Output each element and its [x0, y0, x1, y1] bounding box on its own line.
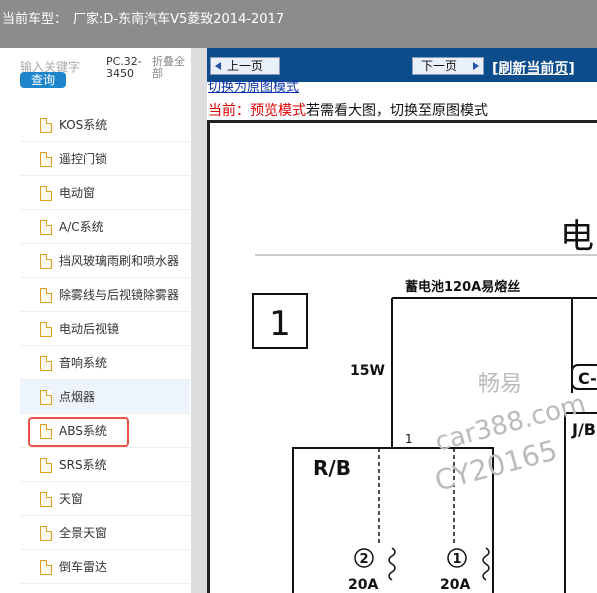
tree-item-defogger[interactable]: 除雾线与后视镜除雾器 [20, 278, 190, 312]
document-icon [40, 356, 52, 371]
tree-item-label: 倒车雷达 [59, 560, 108, 574]
document-icon [40, 254, 52, 269]
fuse-1-element [388, 547, 396, 581]
document-icon [40, 220, 52, 235]
tree-item-cigar-lighter[interactable]: 点烟器 [20, 380, 190, 414]
fuse-2-number: 1 [452, 552, 461, 567]
tree-item-power-mirror[interactable]: 电动后视镜 [20, 312, 190, 346]
current-model: 当前车型： 厂家:D-东南汽车V5菱致2014-2017 [2, 8, 284, 27]
tree-item-label: A/C系统 [59, 220, 104, 234]
abs-highlight-box [28, 417, 129, 447]
battery-fuse-label: 蓄电池120A易熔丝 [405, 279, 520, 295]
panel-divider[interactable] [191, 48, 207, 593]
tree-item-label: 天窗 [59, 492, 84, 506]
tree-item-power-window[interactable]: 电动窗 [20, 176, 190, 210]
next-page-label: 下一页 [421, 59, 458, 73]
connector-c-label: C- [578, 369, 597, 388]
tree-item-wiper[interactable]: 挡风玻璃雨刷和喷水器 [20, 244, 190, 278]
document-icon [40, 390, 52, 405]
arrow-right-icon [473, 62, 479, 70]
switch-original-mode-link[interactable]: 切换为原图模式 [208, 81, 299, 95]
arrow-left-icon [215, 62, 221, 70]
fuse-1-number: 2 [359, 552, 368, 567]
tree-item-label: 挡风玻璃雨刷和喷水器 [59, 254, 180, 268]
current-model-value: 厂家:D-东南汽车V5菱致2014-2017 [73, 12, 285, 27]
watermark-line-1: 畅易 [478, 372, 522, 397]
next-page-button[interactable]: 下一页 [412, 57, 484, 75]
tree-item-label: 除雾线与后视镜除雾器 [59, 288, 180, 302]
wiring-diagram-svg: 电 1 蓄电池120A易熔丝 15W C- J/B 1 R/B 2 20A 1 [252, 217, 597, 593]
document-icon [40, 152, 52, 167]
tree-item-audio[interactable]: 音响系统 [20, 346, 190, 380]
tree-item-label: KOS系统 [59, 118, 108, 132]
section-number: 1 [269, 304, 291, 344]
document-icon [40, 288, 52, 303]
prev-page-label: 上一页 [227, 59, 264, 73]
left-panel: 输入关键字 查询 PC.32-3450 折叠全部 KOS系统 遥控门锁 电动窗 … [0, 48, 191, 593]
diagram-title: 电 [560, 217, 594, 257]
mode-hint: 若需看大图，切换至原图模式 [306, 103, 488, 119]
tree-item-label: SRS系统 [59, 458, 107, 472]
fuse-1-rating: 20A [348, 577, 378, 593]
tree-item-label: 全景天窗 [59, 526, 108, 540]
rb-label: R/B [313, 456, 351, 480]
mode-name: 预览模式 [250, 103, 306, 119]
tree-item-label: 音响系统 [59, 356, 108, 370]
tree-item-sunroof[interactable]: 天窗 [20, 482, 190, 516]
document-icon [40, 322, 52, 337]
tree-item-kos[interactable]: KOS系统 [20, 108, 190, 142]
document-icon [40, 186, 52, 201]
viewer-toolbar: 上一页 下一页 [刷新当前页] [207, 48, 597, 82]
mode-prefix: 当前： [208, 103, 250, 119]
tree-item-srs[interactable]: SRS系统 [20, 448, 190, 482]
tree-item-label: 遥控门锁 [59, 152, 108, 166]
tree-item-remote-lock[interactable]: 遥控门锁 [20, 142, 190, 176]
connector-jb-label: J/B [571, 420, 596, 439]
tree-item-label: 电动后视镜 [59, 322, 120, 336]
fuse-15w-label: 15W [350, 363, 385, 379]
document-icon [40, 118, 52, 133]
current-model-label: 当前车型： [2, 12, 68, 27]
top-bar: 当前车型： 厂家:D-东南汽车V5菱致2014-2017 [0, 0, 597, 48]
prev-page-button[interactable]: 上一页 [210, 57, 280, 75]
fuse-2-element [482, 547, 490, 581]
fuse-2-rating: 20A [440, 577, 470, 593]
document-icon [40, 492, 52, 507]
refresh-page-link[interactable]: [刷新当前页] [492, 58, 575, 78]
document-icon [40, 458, 52, 473]
collapse-all-link[interactable]: 折叠全部 [152, 56, 190, 80]
tree-item-ac[interactable]: A/C系统 [20, 210, 190, 244]
wire-number: 1 [405, 432, 413, 446]
mode-status: 当前：预览模式若需看大图，切换至原图模式 [208, 100, 488, 120]
tree-item-label: 电动窗 [59, 186, 96, 200]
system-tree: KOS系统 遥控门锁 电动窗 A/C系统 挡风玻璃雨刷和喷水器 除雾线与后视镜除… [20, 108, 190, 584]
document-icon [40, 560, 52, 575]
app-window: 当前车型： 厂家:D-东南汽车V5菱致2014-2017 输入关键字 查询 PC.… [0, 0, 597, 593]
tree-item-panoramic-sunroof[interactable]: 全景天窗 [20, 516, 190, 550]
wiring-diagram[interactable]: 电 1 蓄电池120A易熔丝 15W C- J/B 1 R/B 2 20A 1 [207, 120, 597, 593]
tree-item-label: 点烟器 [59, 390, 96, 404]
document-icon [40, 526, 52, 541]
page-reference: PC.32-3450 [106, 55, 142, 80]
search-button[interactable]: 查询 [20, 72, 66, 88]
tree-item-parking-radar[interactable]: 倒车雷达 [20, 550, 190, 584]
